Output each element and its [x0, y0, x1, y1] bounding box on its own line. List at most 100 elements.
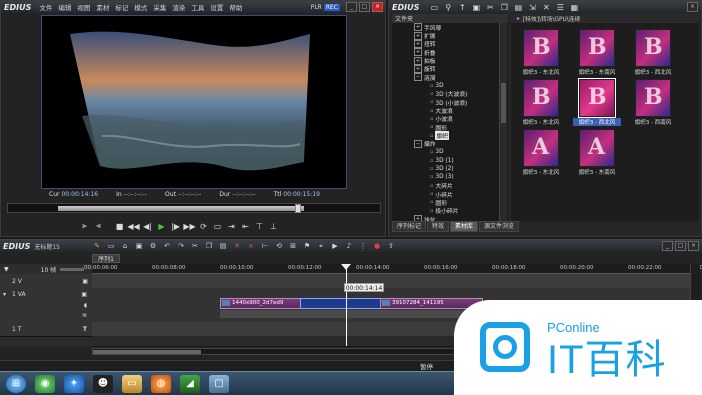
maximize-button[interactable]: □ — [359, 2, 370, 12]
menu-tools[interactable]: 工具 — [191, 2, 204, 12]
tab-source-browser[interactable]: 源文件浏览 — [479, 220, 520, 232]
timeline-close-button[interactable]: × — [688, 241, 699, 251]
mixer-icon[interactable]: ⋮ — [358, 241, 368, 251]
add-cut-icon[interactable]: ⊢ — [260, 241, 270, 251]
snap-icon[interactable]: ⌖ — [316, 241, 326, 251]
tab-sequence-marker[interactable]: 序列标记 — [392, 220, 427, 232]
timeline-ruler[interactable]: 00:00:06:00 00:00:08:00 00:00:10:00 00:00:1… — [84, 264, 702, 274]
timeline-maximize-button[interactable]: □ — [675, 241, 686, 251]
delete-clip-icon[interactable]: ✕ — [232, 241, 242, 251]
expand-icon[interactable]: + — [414, 39, 422, 48]
timeline-scroll-thumb[interactable] — [93, 350, 201, 354]
cut-icon[interactable]: ✂ — [485, 3, 495, 12]
rec-toggle[interactable]: REC — [323, 3, 340, 11]
qq-penguin-icon[interactable]: ☻ — [93, 374, 113, 393]
paste-clip-icon[interactable]: ▤ — [218, 241, 228, 251]
loop-icon[interactable]: ⟳ — [198, 221, 209, 232]
chrome-icon[interactable]: ✦ — [64, 374, 84, 393]
windows-start-icon[interactable]: ⊞ — [6, 374, 26, 393]
paste-icon[interactable]: ▤ — [513, 3, 523, 12]
tree-folder[interactable]: − 爆炸 — [392, 139, 508, 148]
video-visible-icon[interactable]: ▣ — [81, 291, 87, 298]
menu-mode[interactable]: 模式 — [134, 2, 147, 12]
effect-item[interactable]: A 旗帜3 - 东南风 — [573, 125, 621, 176]
group-icon[interactable]: ⊞ — [288, 241, 298, 251]
playhead[interactable] — [346, 264, 347, 346]
speaker-icon[interactable]: ◖ — [84, 302, 87, 309]
menu-file[interactable]: 文件 — [39, 2, 52, 12]
effect-item[interactable]: B 旗帜3 - 西北风 — [629, 25, 677, 76]
tree-folder[interactable]: + 扩展 — [392, 31, 508, 40]
expand-icon[interactable]: + — [414, 56, 422, 65]
track-2v-header[interactable]: 2 V ▣ — [0, 274, 92, 289]
waveform-icon[interactable]: ≋ — [82, 312, 87, 319]
expand-icon[interactable]: + — [414, 23, 422, 32]
undo-icon[interactable]: ↶ — [162, 241, 172, 251]
delete-icon[interactable]: ✕ — [541, 3, 551, 12]
tab-sequence[interactable]: 序列1 — [92, 254, 120, 263]
expand-icon[interactable]: ▾ — [3, 291, 6, 298]
tree-folder[interactable]: + 手风琴 — [392, 23, 508, 32]
playhead-cap-icon[interactable] — [341, 264, 351, 270]
tree-effect[interactable]: ▫ 3D (2) — [392, 165, 508, 173]
edius-app-icon[interactable]: ◢ — [180, 374, 200, 393]
video-mute-icon[interactable]: ▣ — [82, 278, 88, 285]
output-icon[interactable]: ▭ — [212, 221, 223, 232]
effect-item[interactable]: A 旗帜3 - 东北风 — [517, 125, 565, 176]
collapse-icon[interactable]: − — [414, 139, 422, 148]
expand-icon[interactable]: + — [414, 48, 422, 57]
redo-icon[interactable]: ↷ — [176, 241, 186, 251]
menu-edit[interactable]: 编辑 — [58, 2, 71, 12]
firefox-icon[interactable]: ◍ — [151, 374, 171, 393]
menu-marker[interactable]: 标记 — [115, 2, 128, 12]
tree-scrollbar[interactable] — [499, 23, 507, 221]
tree-effect[interactable]: ▫ 小碎片 — [392, 190, 508, 199]
new-folder-icon[interactable]: ▣ — [471, 3, 481, 12]
mode-icon[interactable]: ✎ — [92, 241, 102, 251]
menu-help[interactable]: 帮助 — [229, 2, 242, 12]
copy-clip-icon[interactable]: ❐ — [204, 241, 214, 251]
copy-icon[interactable]: ❐ — [499, 3, 509, 12]
effect-item[interactable]: B 旗帜3 - 东北风 — [517, 25, 565, 76]
browser-globe-icon[interactable]: ◉ — [35, 374, 55, 393]
tree-folder[interactable]: + 拍板 — [392, 56, 508, 65]
menu-settings[interactable]: 设置 — [210, 2, 223, 12]
save-icon[interactable]: ▣ — [134, 241, 144, 251]
rewind-icon[interactable]: ◀◀ — [127, 221, 139, 232]
menu-capture[interactable]: 采集 — [153, 2, 166, 12]
timeline-minimize-button[interactable]: _ — [662, 241, 673, 251]
trim-icon[interactable]: ⊤ — [254, 221, 265, 232]
overwrite-icon[interactable]: ⇤ — [240, 221, 251, 232]
set-out-icon[interactable]: ⫷ — [93, 221, 104, 232]
record-icon[interactable]: ● — [372, 241, 382, 251]
set-in-icon[interactable]: ⫸ — [79, 221, 90, 232]
menu-view[interactable]: 视图 — [77, 2, 90, 12]
tree-effect[interactable]: ▫ 极小碎片 — [392, 207, 508, 216]
tree-folder[interactable]: + 旋转 — [392, 64, 508, 73]
window-icon[interactable]: ▢ — [209, 374, 229, 393]
collapse-icon[interactable]: − — [414, 73, 422, 82]
folder-icon[interactable]: ▭ — [429, 3, 439, 12]
minimize-button[interactable]: _ — [346, 2, 357, 12]
library-close-button[interactable]: × — [687, 2, 698, 12]
title-track-icon[interactable]: T — [83, 326, 87, 333]
properties-icon[interactable]: ☰ — [555, 3, 565, 12]
tab-bin[interactable]: 素材库 — [450, 220, 479, 232]
cut-clip-icon[interactable]: ✂ — [190, 241, 200, 251]
plr-toggle[interactable]: PLR — [311, 4, 322, 11]
menu-clip[interactable]: 素材 — [96, 2, 109, 12]
file-explorer-icon[interactable]: ▭ — [122, 374, 142, 393]
step-back-icon[interactable]: ◀| — [142, 221, 153, 232]
tree-effect[interactable]: ▫ 旗帜 — [392, 131, 508, 141]
menu-render[interactable]: 渲染 — [172, 2, 185, 12]
up-folder-icon[interactable]: ↑ — [457, 3, 467, 12]
effect-item[interactable]: B 旗帜3 - 东南风 — [573, 25, 621, 76]
track-1t-header[interactable]: 1 T T — [0, 322, 92, 337]
tree-scroll-thumb[interactable] — [501, 83, 506, 123]
timescale-slider[interactable] — [60, 267, 85, 271]
seek-handle[interactable] — [295, 204, 301, 213]
tree-folder[interactable]: − 涟漪 — [392, 73, 508, 82]
lane-2v[interactable] — [92, 274, 690, 289]
tree-effect[interactable]: ▫ 小波浪 — [392, 115, 508, 124]
close-button[interactable]: × — [372, 2, 383, 12]
